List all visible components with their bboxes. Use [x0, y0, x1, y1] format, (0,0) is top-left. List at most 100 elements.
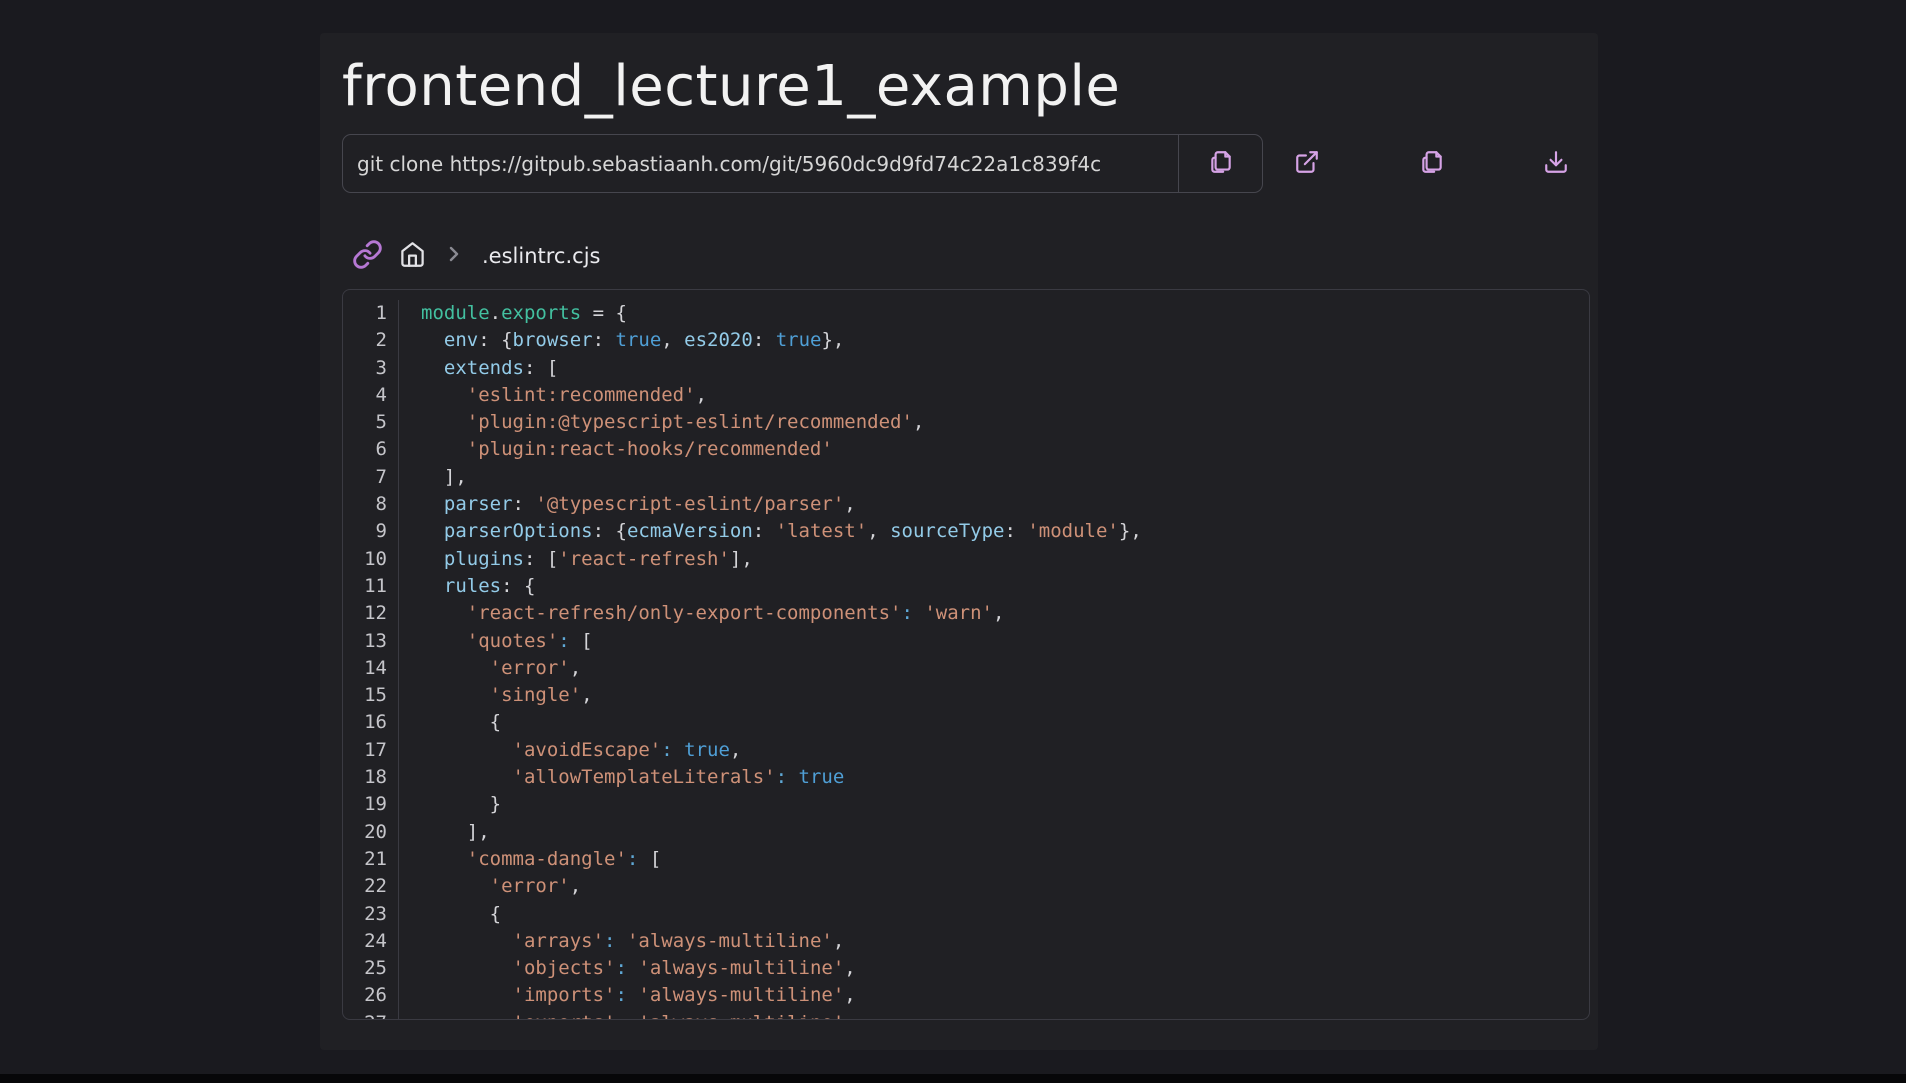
breadcrumb-file-name: .eslintrc.cjs [482, 244, 600, 268]
line-content: 'plugin:react-hooks/recommended' [399, 436, 833, 463]
line-number: 3 [343, 355, 399, 382]
code-line: 27 'exports': 'always-multiline' [343, 1010, 1589, 1020]
code-line: 3 extends: [ [343, 355, 1589, 382]
code-line: 5 'plugin:@typescript-eslint/recommended… [343, 409, 1589, 436]
line-content: ], [399, 819, 490, 846]
code-line: 20 ], [343, 819, 1589, 846]
line-number: 9 [343, 518, 399, 545]
code-line: 24 'arrays': 'always-multiline', [343, 928, 1589, 955]
code-line: 25 'objects': 'always-multiline', [343, 955, 1589, 982]
copy-clone-url-button[interactable] [1178, 134, 1263, 193]
code-line: 9 parserOptions: {ecmaVersion: 'latest',… [343, 518, 1589, 545]
code-line: 17 'avoidEscape': true, [343, 737, 1589, 764]
line-number: 18 [343, 764, 399, 791]
line-content: parserOptions: {ecmaVersion: 'latest', s… [399, 518, 1142, 545]
line-content: { [399, 901, 501, 928]
code-line: 1module.exports = { [343, 300, 1589, 327]
line-number: 16 [343, 709, 399, 736]
line-number: 2 [343, 327, 399, 354]
line-content: ], [399, 464, 467, 491]
line-content: 'exports': 'always-multiline' [399, 1010, 844, 1020]
line-number: 7 [343, 464, 399, 491]
line-content: 'plugin:@typescript-eslint/recommended', [399, 409, 924, 436]
code-line: 21 'comma-dangle': [ [343, 846, 1589, 873]
line-content: 'single', [399, 682, 593, 709]
code-line: 15 'single', [343, 682, 1589, 709]
line-number: 11 [343, 573, 399, 600]
line-content: extends: [ [399, 355, 558, 382]
line-content: { [399, 709, 501, 736]
line-number: 15 [343, 682, 399, 709]
code-line: 14 'error', [343, 655, 1589, 682]
line-number: 22 [343, 873, 399, 900]
line-content: env: {browser: true, es2020: true}, [399, 327, 844, 354]
copy-icon [1208, 149, 1234, 178]
line-content: 'error', [399, 655, 581, 682]
line-number: 10 [343, 546, 399, 573]
action-icons [1263, 134, 1576, 193]
code-lines: 1module.exports = {2 env: {browser: true… [343, 300, 1589, 1020]
line-number: 24 [343, 928, 399, 955]
external-link-icon [1294, 149, 1320, 178]
code-line: 12 'react-refresh/only-export-components… [343, 600, 1589, 627]
download-icon [1543, 149, 1569, 178]
code-line: 16 { [343, 709, 1589, 736]
code-line: 13 'quotes': [ [343, 628, 1589, 655]
breadcrumb: .eslintrc.cjs [342, 237, 1576, 275]
download-button[interactable] [1536, 144, 1576, 184]
open-external-button[interactable] [1287, 144, 1327, 184]
code-line: 6 'plugin:react-hooks/recommended' [343, 436, 1589, 463]
line-content: 'avoidEscape': true, [399, 737, 741, 764]
page-title: frontend_lecture1_example [342, 33, 1576, 123]
code-line: 2 env: {browser: true, es2020: true}, [343, 327, 1589, 354]
line-number: 13 [343, 628, 399, 655]
line-number: 20 [343, 819, 399, 846]
clone-url-input[interactable] [342, 134, 1179, 193]
line-number: 6 [343, 436, 399, 463]
repo-card: frontend_lecture1_example [320, 33, 1598, 1050]
line-content: plugins: ['react-refresh'], [399, 546, 753, 573]
clone-input-group [342, 134, 1263, 193]
line-number: 12 [343, 600, 399, 627]
line-content: parser: '@typescript-eslint/parser', [399, 491, 856, 518]
code-viewer[interactable]: 1module.exports = {2 env: {browser: true… [342, 289, 1590, 1020]
line-number: 21 [343, 846, 399, 873]
line-content: 'allowTemplateLiterals': true [399, 764, 844, 791]
code-line: 22 'error', [343, 873, 1589, 900]
line-content: } [399, 791, 501, 818]
chevron-right-icon [442, 242, 466, 270]
code-line: 8 parser: '@typescript-eslint/parser', [343, 491, 1589, 518]
line-content: module.exports = { [399, 300, 627, 327]
clone-bar [342, 134, 1576, 193]
line-number: 25 [343, 955, 399, 982]
line-number: 17 [343, 737, 399, 764]
code-line: 10 plugins: ['react-refresh'], [343, 546, 1589, 573]
bottom-strip [0, 1074, 1906, 1083]
line-content: 'eslint:recommended', [399, 382, 707, 409]
code-line: 4 'eslint:recommended', [343, 382, 1589, 409]
code-line: 23 { [343, 901, 1589, 928]
line-number: 14 [343, 655, 399, 682]
code-line: 19 } [343, 791, 1589, 818]
home-icon [399, 241, 426, 271]
line-content: 'comma-dangle': [ [399, 846, 661, 873]
copy-link-button[interactable] [1412, 144, 1452, 184]
code-line: 7 ], [343, 464, 1589, 491]
line-content: rules: { [399, 573, 535, 600]
line-content: 'react-refresh/only-export-components': … [399, 600, 1004, 627]
line-number: 5 [343, 409, 399, 436]
line-number: 8 [343, 491, 399, 518]
line-content: 'quotes': [ [399, 628, 593, 655]
code-line: 18 'allowTemplateLiterals': true [343, 764, 1589, 791]
copy-icon [1419, 149, 1445, 178]
share-link-button[interactable] [352, 239, 383, 273]
code-line: 11 rules: { [343, 573, 1589, 600]
line-content: 'arrays': 'always-multiline', [399, 928, 844, 955]
line-content: 'imports': 'always-multiline', [399, 982, 856, 1009]
line-content: 'error', [399, 873, 581, 900]
code-line: 26 'imports': 'always-multiline', [343, 982, 1589, 1009]
line-number: 4 [343, 382, 399, 409]
line-number: 23 [343, 901, 399, 928]
breadcrumb-home[interactable] [399, 241, 426, 271]
line-number: 19 [343, 791, 399, 818]
